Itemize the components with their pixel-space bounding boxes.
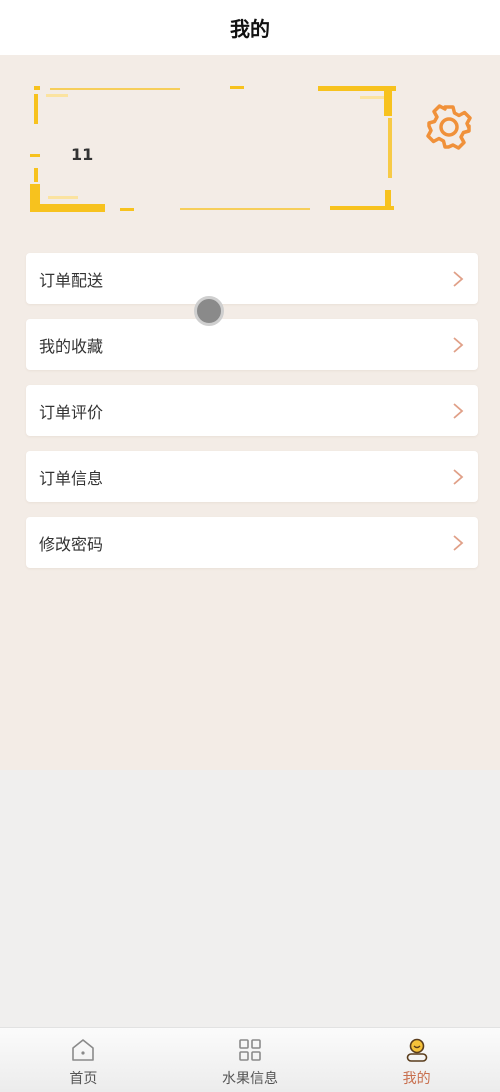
gear-icon [426, 104, 472, 150]
tab-label: 我的 [402, 1071, 431, 1087]
menu-item-label: 订单配送 [39, 270, 104, 290]
tab-label: 首页 [69, 1071, 98, 1087]
menu-item-favorites[interactable]: 我的收藏 [26, 319, 478, 370]
chevron-right-icon [453, 534, 464, 551]
menu-item-order-reviews[interactable]: 订单评价 [26, 385, 478, 436]
chevron-right-icon [453, 468, 464, 485]
page-title: 我的 [230, 17, 270, 41]
page-header: 我的 [0, 0, 500, 55]
chevron-right-icon [453, 402, 464, 419]
menu-list: 订单配送 我的收藏 订单评价 订单信息 修改密码 [26, 253, 478, 583]
profile-card: 11 [30, 86, 396, 212]
user-icon [406, 1038, 427, 1062]
settings-button[interactable] [424, 102, 474, 152]
menu-item-label: 订单信息 [39, 468, 104, 488]
menu-item-change-password[interactable]: 修改密码 [26, 517, 478, 568]
grid-icon [239, 1039, 261, 1061]
tab-mine[interactable]: 我的 [333, 1028, 500, 1092]
menu-item-order-info[interactable]: 订单信息 [26, 451, 478, 502]
username: 11 [71, 145, 94, 164]
menu-item-label: 修改密码 [39, 534, 104, 554]
bottom-tab-bar: 首页 水果信息 我的 [0, 1027, 500, 1092]
menu-item-label: 订单评价 [39, 402, 104, 422]
chevron-right-icon [453, 270, 464, 287]
tab-fruit-info[interactable]: 水果信息 [167, 1028, 334, 1092]
profile-page: 11 订单配送 我的收藏 订单评价 订单信息 修改密码 [0, 55, 500, 770]
menu-item-label: 我的收藏 [39, 336, 104, 356]
tab-home[interactable]: 首页 [0, 1028, 167, 1092]
tab-label: 水果信息 [222, 1071, 278, 1087]
home-icon [72, 1039, 95, 1061]
chevron-right-icon [453, 336, 464, 353]
touch-indicator [194, 296, 224, 326]
menu-item-order-delivery[interactable]: 订单配送 [26, 253, 478, 304]
